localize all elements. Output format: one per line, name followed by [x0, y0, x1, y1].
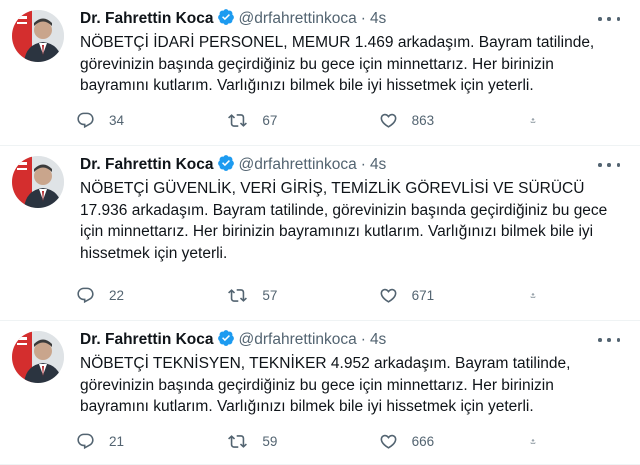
reply-icon	[77, 112, 94, 128]
tweet-text: NÖBETÇİ GÜVENLİK, VERİ GİRİŞ, TEMİZLİK G…	[80, 180, 608, 262]
tweet-actions: 22 57 671	[76, 283, 550, 307]
reply-icon	[77, 287, 94, 303]
share-button[interactable]	[530, 111, 550, 130]
retweet-button[interactable]: 59	[227, 432, 317, 451]
retweet-button[interactable]: 57	[227, 286, 317, 305]
avatar[interactable]	[12, 156, 64, 208]
tweet-actions: 34 67 863	[76, 108, 550, 132]
like-button[interactable]: 863	[379, 111, 469, 130]
avatar[interactable]	[12, 331, 64, 383]
heart-icon	[380, 434, 397, 449]
tweet-text: NÖBETÇİ TEKNİSYEN, TEKNİKER 4.952 arkada…	[80, 355, 571, 415]
like-count: 671	[411, 287, 435, 303]
like-button[interactable]: 671	[379, 286, 469, 305]
verified-badge-icon	[217, 329, 235, 353]
heart-icon	[380, 113, 397, 128]
timestamp[interactable]: 4s	[370, 10, 386, 27]
tweet-1[interactable]: Dr. Fahrettin Koca @drfahrettinkoca · 4s NÖ…	[0, 0, 640, 146]
more-options-icon[interactable]	[598, 333, 620, 347]
more-options-icon[interactable]	[598, 158, 620, 172]
author-handle[interactable]: @drfahrettinkoca	[239, 10, 357, 27]
share-icon	[530, 292, 536, 298]
share-icon	[530, 117, 536, 123]
like-count: 863	[411, 112, 435, 128]
timeline: Dr. Fahrettin Koca @drfahrettinkoca · 4s NÖ…	[0, 0, 640, 465]
retweet-count: 57	[262, 287, 278, 303]
reply-count: 22	[109, 287, 125, 303]
reply-button[interactable]: 22	[76, 286, 166, 305]
retweet-icon	[228, 434, 248, 448]
separator-dot: ·	[360, 156, 366, 173]
timestamp[interactable]: 4s	[370, 331, 386, 348]
reply-count: 34	[109, 112, 125, 128]
share-icon	[530, 438, 536, 444]
separator-dot: ·	[360, 10, 366, 27]
author-name[interactable]: Dr. Fahrettin Koca	[80, 10, 214, 27]
avatar[interactable]	[12, 10, 64, 62]
timestamp[interactable]: 4s	[370, 156, 386, 173]
like-button[interactable]: 666	[379, 432, 469, 451]
author-handle[interactable]: @drfahrettinkoca	[239, 156, 357, 173]
tweet-3[interactable]: Dr. Fahrettin Koca @drfahrettinkoca · 4s NÖ…	[0, 321, 640, 465]
share-button[interactable]	[530, 286, 550, 305]
reply-icon	[77, 433, 94, 449]
retweet-icon	[228, 113, 248, 127]
reply-button[interactable]: 21	[76, 432, 166, 451]
retweet-button[interactable]: 67	[227, 111, 317, 130]
reply-button[interactable]: 34	[76, 111, 166, 130]
tweet-header: Dr. Fahrettin Koca @drfahrettinkoca · 4s	[80, 154, 590, 178]
verified-badge-icon	[217, 154, 235, 178]
tweet-2[interactable]: Dr. Fahrettin Koca @drfahrettinkoca · 4s NÖ…	[0, 146, 640, 321]
author-name[interactable]: Dr. Fahrettin Koca	[80, 331, 214, 348]
tweet-actions: 21 59 666	[76, 429, 550, 453]
like-count: 666	[411, 433, 435, 449]
retweet-count: 67	[262, 112, 278, 128]
tweet-header: Dr. Fahrettin Koca @drfahrettinkoca · 4s	[80, 8, 590, 32]
more-options-icon[interactable]	[598, 12, 620, 26]
author-handle[interactable]: @drfahrettinkoca	[239, 331, 357, 348]
share-button[interactable]	[530, 432, 550, 451]
tweet-header: Dr. Fahrettin Koca @drfahrettinkoca · 4s	[80, 329, 590, 353]
tweet-text: NÖBETÇİ İDARİ PERSONEL, MEMUR 1.469 arka…	[80, 34, 595, 94]
reply-count: 21	[109, 433, 125, 449]
retweet-count: 59	[262, 433, 278, 449]
separator-dot: ·	[360, 331, 366, 348]
heart-icon	[380, 288, 397, 303]
author-name[interactable]: Dr. Fahrettin Koca	[80, 156, 214, 173]
verified-badge-icon	[217, 8, 235, 32]
retweet-icon	[228, 288, 248, 302]
